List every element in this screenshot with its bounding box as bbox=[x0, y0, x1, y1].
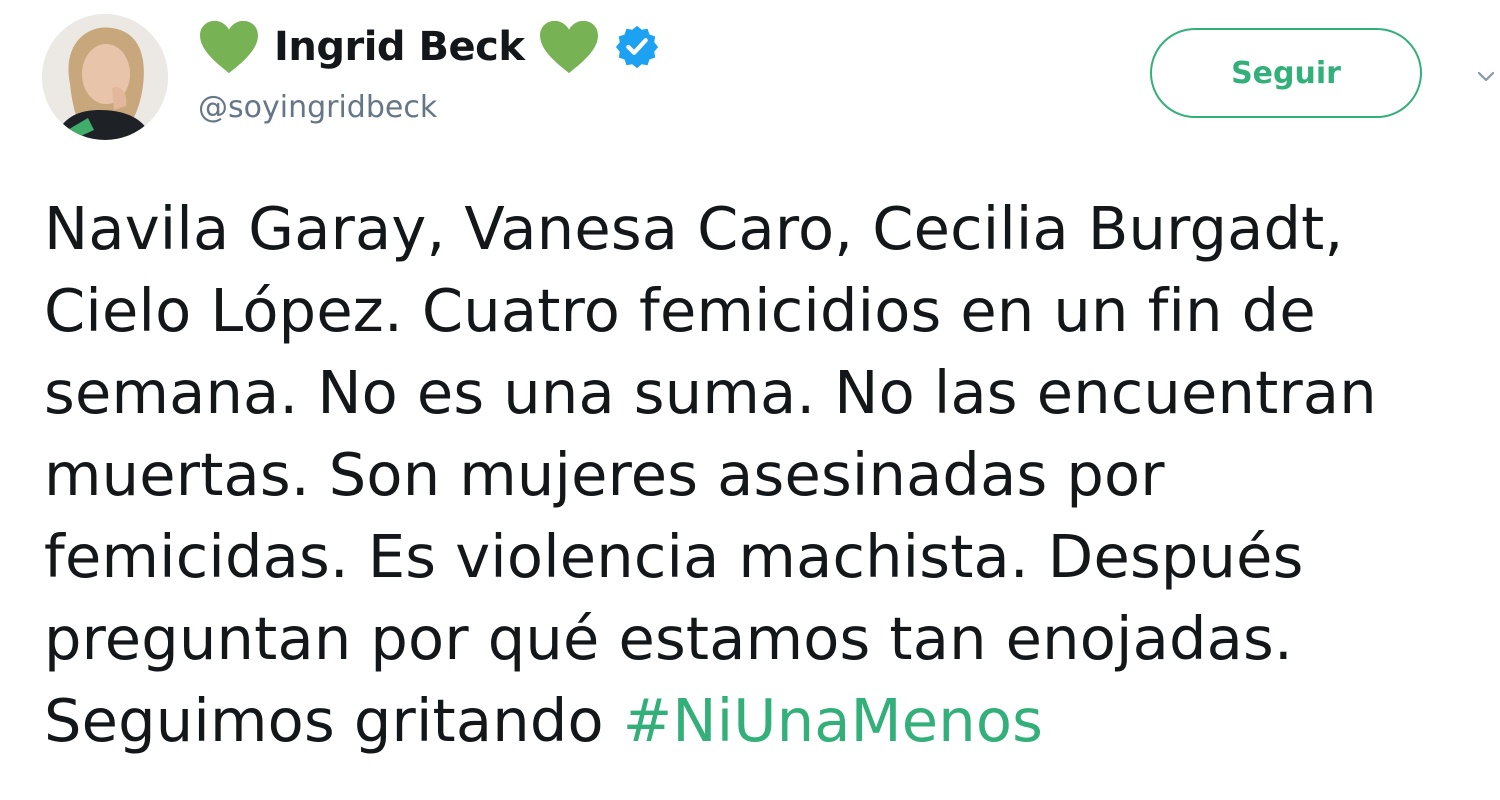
avatar[interactable] bbox=[42, 14, 168, 140]
tweet-line: preguntan por qué estamos tan enojadas. bbox=[44, 604, 1293, 673]
green-heart-icon bbox=[540, 20, 599, 74]
tweet-text: Navila Garay, Vanesa Caro, Cecilia Burga… bbox=[44, 188, 1484, 762]
tweet-card: Ingrid Beck @soyingridbeck Seguir Navila… bbox=[0, 0, 1500, 800]
tweet-line: muertas. Son mujeres asesinadas por bbox=[44, 440, 1165, 509]
tweet-line-last: Seguimos gritando #NiUnaMenos bbox=[44, 680, 1484, 762]
display-name[interactable]: Ingrid Beck bbox=[274, 24, 525, 70]
tweet-line: Navila Garay, Vanesa Caro, Cecilia Burga… bbox=[44, 194, 1344, 263]
follow-button[interactable]: Seguir bbox=[1150, 28, 1422, 118]
hashtag-link[interactable]: #NiUnaMenos bbox=[623, 686, 1043, 755]
tweet-line: femicidas. Es violencia machista. Despué… bbox=[44, 522, 1304, 591]
tweet-line-text: Seguimos gritando bbox=[44, 686, 623, 755]
avatar-photo bbox=[42, 14, 168, 140]
chevron-down-icon[interactable] bbox=[1476, 66, 1496, 86]
name-row: Ingrid Beck bbox=[198, 12, 660, 82]
tweet-line: Cielo López. Cuatro femicidios en un fin… bbox=[44, 276, 1316, 345]
tweet-line: semana. No es una suma. No las encuentra… bbox=[44, 358, 1377, 427]
user-handle[interactable]: @soyingridbeck bbox=[198, 90, 437, 125]
verified-badge-icon bbox=[616, 25, 659, 69]
green-heart-icon bbox=[200, 20, 258, 74]
